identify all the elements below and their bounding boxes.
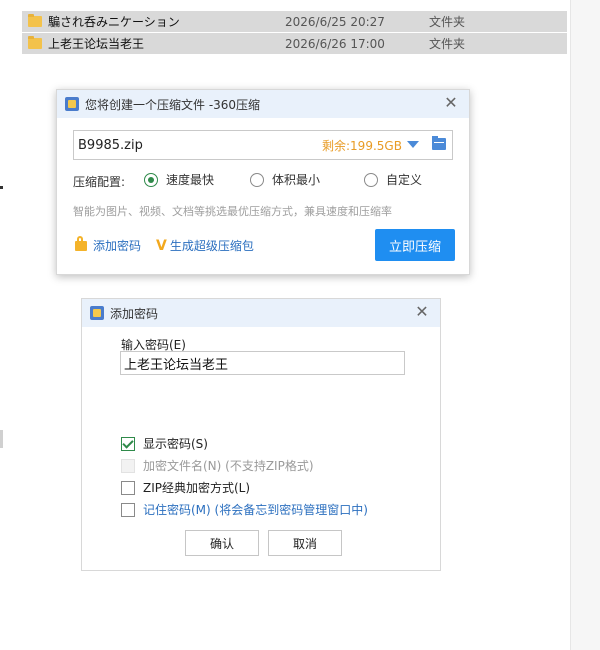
option-smallest-radio[interactable]: 体积最小	[250, 171, 320, 188]
encrypt-filenames-checkbox[interactable]: 加密文件名(N) (不支持ZIP格式)	[121, 457, 314, 474]
option-fastest-radio[interactable]: 速度最快	[144, 171, 214, 188]
file-type: 文件夹	[429, 15, 466, 29]
checkbox-label: 显示密码(S)	[143, 437, 208, 451]
file-row[interactable]: 上老王论坛当老王 2026/6/26 17:00 文件夹	[22, 33, 567, 54]
radio-label: 体积最小	[272, 173, 321, 187]
browse-folder-icon[interactable]	[432, 136, 446, 150]
dialog-titlebar: 添加密码 ✕	[82, 299, 440, 327]
vip-v-icon: V	[156, 237, 167, 254]
zip-classic-encryption-checkbox[interactable]: ZIP经典加密方式(L)	[121, 479, 250, 496]
compress-hint: 智能为图片、视频、文档等挑选最优压缩方式，兼具速度和压缩率	[73, 205, 392, 218]
radio-label: 速度最快	[166, 173, 215, 187]
checkbox-icon	[121, 480, 135, 495]
background-mark	[0, 186, 3, 189]
checkbox-label: ZIP经典加密方式(L)	[143, 481, 251, 495]
360zip-app-icon	[90, 306, 104, 320]
link-label: 添加密码	[93, 239, 142, 253]
file-type: 文件夹	[429, 37, 466, 51]
password-input[interactable]	[124, 355, 394, 371]
show-password-checkbox[interactable]: 显示密码(S)	[121, 435, 208, 452]
radio-label: 自定义	[386, 173, 423, 187]
compress-now-button[interactable]: 立即压缩	[375, 229, 455, 261]
checkbox-label: 加密文件名(N) (不支持ZIP格式)	[143, 459, 314, 473]
super-package-link[interactable]: V 生成超级压缩包	[156, 237, 254, 254]
radio-icon	[144, 172, 158, 187]
file-date: 2026/6/25 20:27	[285, 14, 385, 29]
dialog-title: 添加密码	[110, 306, 159, 321]
cancel-button[interactable]: 取消	[268, 530, 342, 556]
file-name: 上老王论坛当老王	[48, 37, 145, 51]
dialog-title: 您将创建一个压缩文件 -360压缩	[85, 97, 261, 112]
background-mark	[0, 430, 3, 448]
archive-path-field[interactable]: 剩余:199.5GB	[73, 130, 453, 160]
checkbox-icon	[121, 436, 135, 451]
file-row[interactable]: 騙され呑みニケーション 2026/6/25 20:27 文件夹	[22, 11, 567, 32]
radio-icon	[250, 172, 264, 187]
dialog-titlebar: 您将创建一个压缩文件 -360压缩 ✕	[57, 90, 469, 118]
config-label: 压缩配置:	[73, 175, 126, 189]
radio-icon	[364, 172, 378, 187]
checkbox-icon	[121, 458, 135, 473]
checkbox-icon	[121, 502, 135, 517]
option-custom-radio[interactable]: 自定义	[364, 171, 422, 188]
folder-icon	[28, 36, 42, 49]
add-password-link[interactable]: 添加密码	[75, 235, 142, 254]
close-icon[interactable]: ✕	[443, 95, 459, 111]
checkbox-label: 记住密码(M) (将会备忘到密码管理窗口中)	[143, 503, 368, 517]
password-field[interactable]	[120, 351, 405, 375]
archive-filename-input[interactable]	[78, 136, 308, 154]
background-left-pane	[0, 0, 20, 650]
file-name: 騙され呑みニケーション	[48, 15, 180, 29]
ok-button[interactable]: 确认	[185, 530, 259, 556]
add-password-dialog: 添加密码 ✕ 输入密码(E) 显示密码(S) 加密文件名(N) (不支持ZIP格…	[81, 298, 441, 571]
360zip-app-icon	[65, 97, 79, 111]
free-space-label: 剩余:199.5GB	[322, 139, 402, 153]
compress-dialog: 您将创建一个压缩文件 -360压缩 ✕ 剩余:199.5GB 压缩配置: 速度最…	[56, 89, 470, 275]
remember-password-checkbox[interactable]: 记住密码(M) (将会备忘到密码管理窗口中)	[121, 501, 368, 518]
chevron-down-icon[interactable]	[407, 141, 419, 148]
folder-icon	[28, 14, 42, 27]
link-label: 生成超级压缩包	[169, 239, 254, 253]
lock-icon	[75, 235, 87, 251]
close-icon[interactable]: ✕	[414, 304, 430, 320]
file-date: 2026/6/26 17:00	[285, 36, 385, 51]
explorer-scrollbar[interactable]	[570, 0, 600, 650]
